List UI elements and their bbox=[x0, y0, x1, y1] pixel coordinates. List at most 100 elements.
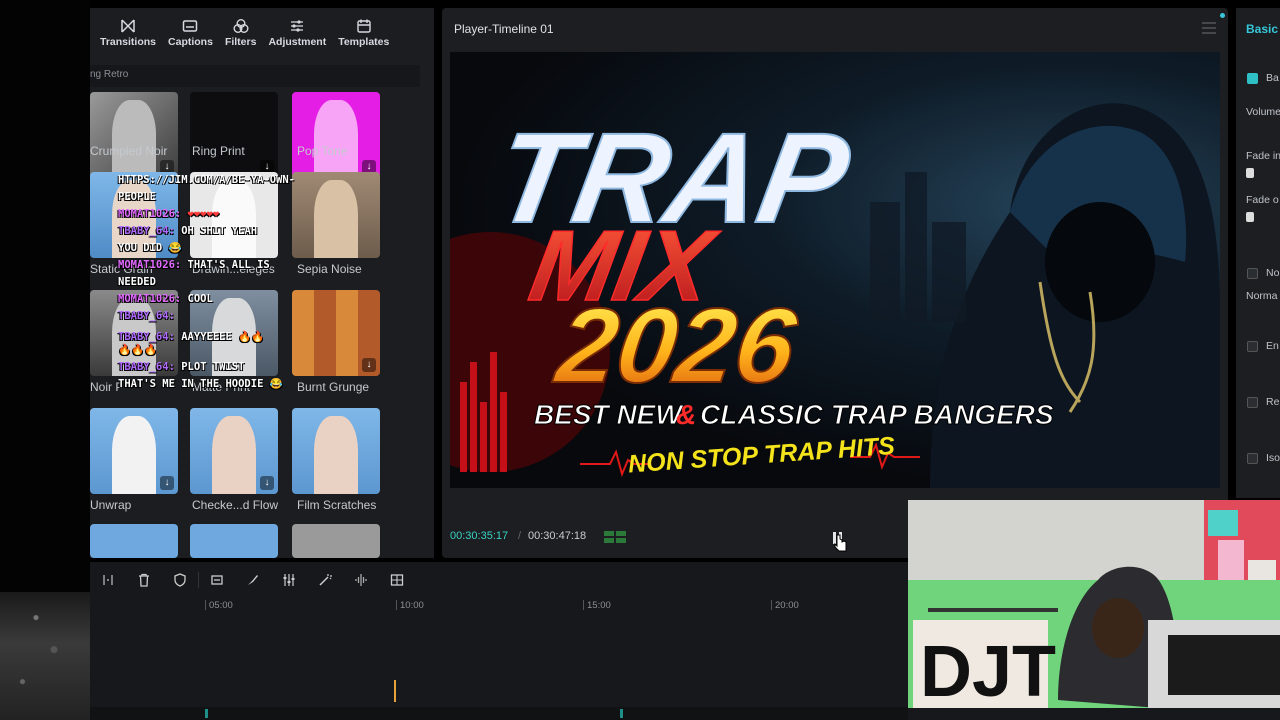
transitions-label: Transitions bbox=[100, 36, 157, 48]
playhead[interactable] bbox=[394, 680, 396, 702]
trash-icon bbox=[139, 573, 149, 587]
filter-search-input[interactable]: ng Retro bbox=[90, 65, 420, 87]
video-title-year: 2026 bbox=[548, 286, 803, 404]
fade-in-slider[interactable] bbox=[1246, 168, 1254, 178]
fade-out-slider[interactable] bbox=[1246, 212, 1254, 222]
total-time: 00:30:47:18 bbox=[528, 530, 587, 542]
download-icon[interactable]: ↓ bbox=[260, 476, 274, 490]
filter-tile-partial[interactable] bbox=[292, 524, 380, 558]
webcam-sign-text: DJT bbox=[920, 632, 1056, 710]
filter-label: Film Scratches bbox=[297, 498, 377, 512]
video-frame: TRAP MIX 2026 BEST NEW & CLASSIC TRAP BA… bbox=[450, 103, 1220, 488]
chat-line: YOU DID 😂 bbox=[118, 242, 182, 254]
timeline-ruler[interactable]: 05:00 10:00 15:00 20:00 bbox=[90, 600, 910, 614]
filter-tile-ring-print[interactable]: ↓ bbox=[190, 92, 278, 178]
filters-tab[interactable]: Filters bbox=[221, 18, 261, 48]
fade-in-label: Fade in bbox=[1246, 150, 1280, 162]
captions-tab[interactable]: Captions bbox=[164, 18, 217, 48]
filter-tile-unwrap[interactable]: ↓ bbox=[90, 408, 178, 494]
isolate-checkbox[interactable] bbox=[1247, 453, 1258, 464]
clip-marker bbox=[205, 709, 208, 718]
filters-icon bbox=[233, 19, 249, 33]
filter-label: Unwrap bbox=[90, 498, 132, 512]
shield-icon bbox=[174, 573, 186, 587]
chat-line: HTTPS://JIM.COM/A/BE-YA-OWN- bbox=[118, 174, 296, 186]
isolate-label: Iso bbox=[1266, 452, 1280, 464]
chat-line: TBABY_64: PLOT TWIST bbox=[118, 361, 245, 373]
mouse-cursor-icon bbox=[834, 534, 847, 552]
split-tool[interactable] bbox=[90, 562, 126, 598]
ruler-tick bbox=[396, 600, 397, 610]
filter-tile-partial[interactable] bbox=[90, 524, 178, 558]
tagline-best-new: BEST NEW bbox=[534, 399, 684, 430]
normalize-sub-label: Norma bbox=[1246, 290, 1278, 302]
status-dot bbox=[1220, 13, 1225, 18]
tagline-classic: CLASSIC TRAP BANGERS bbox=[700, 399, 1054, 430]
sliders-icon bbox=[283, 574, 295, 586]
chat-line: MOMAT1026: ❤❤❤❤❤ bbox=[118, 208, 220, 220]
menu-icon[interactable] bbox=[1202, 22, 1216, 34]
adjustment-label: Adjustment bbox=[268, 36, 327, 48]
current-time: 00:30:35:17 bbox=[450, 530, 509, 542]
time-separator: / bbox=[518, 530, 522, 542]
ruler-label: 15:00 bbox=[587, 600, 611, 611]
templates-tab[interactable]: Templates bbox=[334, 18, 393, 48]
tagline-ampersand: & bbox=[676, 399, 696, 430]
filter-label: Crumpled Noir bbox=[90, 144, 168, 158]
filter-label: Ring Print bbox=[192, 144, 245, 158]
ruler-tick bbox=[771, 600, 772, 610]
ai-tool[interactable] bbox=[307, 562, 343, 598]
filter-tile-checked-flow[interactable]: ↓ bbox=[190, 408, 278, 494]
player-title: Player-Timeline 01 bbox=[454, 22, 554, 36]
filter-tile-pop-tone[interactable]: ↓ bbox=[292, 92, 380, 178]
filters-label: Filters bbox=[224, 36, 257, 48]
city-skyline bbox=[870, 172, 966, 322]
frame-tool[interactable] bbox=[379, 562, 415, 598]
chat-line: TBABY_64: OH SHIT YEAH bbox=[118, 225, 258, 237]
ruler-label: 10:00 bbox=[400, 600, 424, 611]
delete-tool[interactable] bbox=[126, 562, 162, 598]
chat-line: NEEDED bbox=[118, 276, 156, 288]
adjust-tool[interactable] bbox=[271, 562, 307, 598]
timeline-toolbar bbox=[90, 562, 910, 598]
player-panel: Player-Timeline 01 TRAP MIX 2026 BEST NE… bbox=[442, 8, 1228, 558]
audio-meter-icon bbox=[604, 531, 626, 543]
adjustment-tab[interactable]: Adjustment bbox=[264, 18, 330, 48]
filter-label: Pop Tone bbox=[297, 144, 348, 158]
mask-tool[interactable] bbox=[162, 562, 198, 598]
transitions-icon bbox=[121, 19, 135, 33]
chat-line: THAT'S ME IN THE HOODIE 😂 bbox=[118, 378, 283, 390]
volume-label: Volume bbox=[1246, 106, 1280, 118]
filter-tile-film-scratches[interactable] bbox=[292, 408, 380, 494]
captions-icon bbox=[183, 20, 198, 32]
templates-icon bbox=[357, 19, 371, 33]
chat-line: MOMAT1026: COOL bbox=[118, 293, 213, 305]
audio-tool[interactable] bbox=[343, 562, 379, 598]
video-preview[interactable]: TRAP MIX 2026 BEST NEW & CLASSIC TRAP BA… bbox=[450, 52, 1220, 488]
brush-icon bbox=[248, 575, 258, 585]
hooded-figure bbox=[930, 103, 1220, 488]
filter-label: Checke...d Flow bbox=[192, 498, 279, 512]
chat-line: TBABY_64: bbox=[118, 310, 175, 322]
tab-basic[interactable]: Basic bbox=[1246, 22, 1278, 36]
crop-tool[interactable] bbox=[199, 562, 235, 598]
magic-wand-icon bbox=[319, 574, 332, 586]
video-tagline: BEST NEW & CLASSIC TRAP BANGERS bbox=[534, 399, 1055, 431]
normalize-checkbox[interactable] bbox=[1247, 268, 1258, 279]
chat-line: MOMAT1026: THAT'S ALL IS bbox=[118, 259, 270, 271]
captions-label: Captions bbox=[168, 36, 213, 48]
crowd-photo bbox=[0, 592, 90, 720]
transitions-tab[interactable]: Transitions bbox=[96, 18, 160, 48]
enhance-checkbox[interactable] bbox=[1247, 341, 1258, 352]
webcam-scene: DJT bbox=[908, 500, 1280, 710]
download-icon[interactable]: ↓ bbox=[362, 358, 376, 372]
split-icon bbox=[103, 575, 113, 585]
reduce-noise-checkbox[interactable] bbox=[1247, 397, 1258, 408]
color-tool[interactable] bbox=[235, 562, 271, 598]
download-icon[interactable]: ↓ bbox=[160, 476, 174, 490]
filter-tile-partial[interactable] bbox=[190, 524, 278, 558]
filter-tile-crumpled-noir[interactable]: ↓ bbox=[90, 92, 178, 178]
adjustment-icon bbox=[291, 20, 304, 32]
basic-checkbox[interactable] bbox=[1247, 73, 1258, 84]
enhance-label: En bbox=[1266, 340, 1279, 352]
